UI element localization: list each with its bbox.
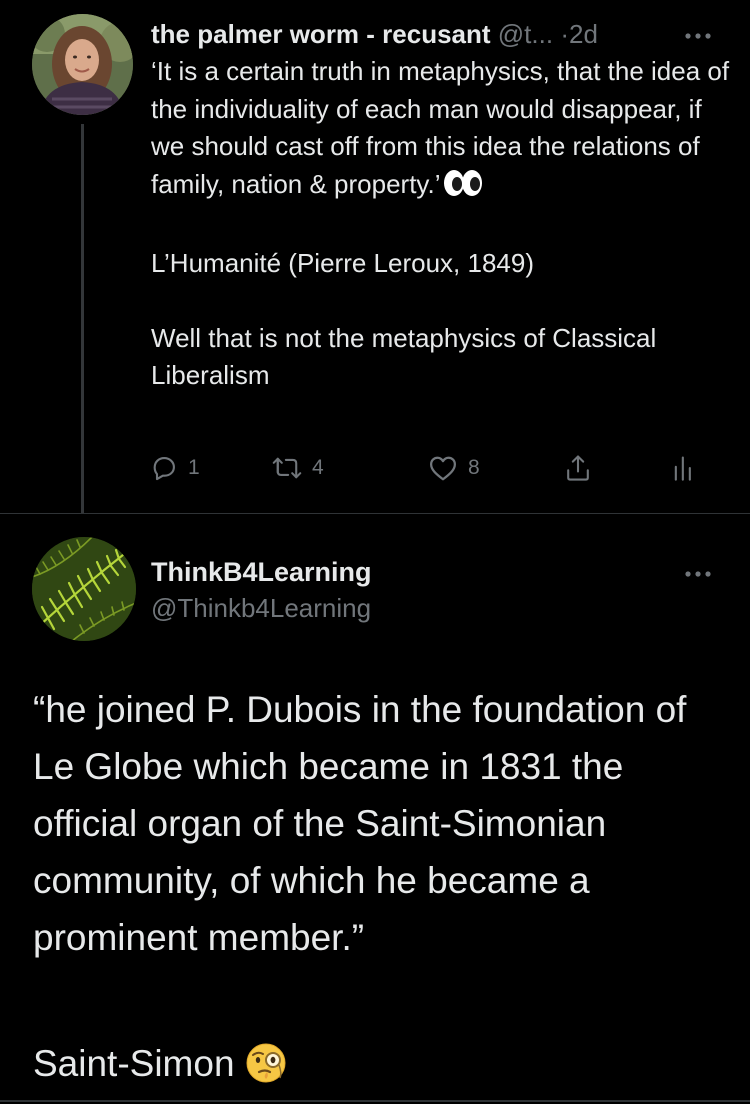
more-options-button[interactable]: [680, 556, 716, 586]
more-options-button[interactable]: [680, 18, 716, 48]
tweet-header: the palmer worm - recusant @t... ·2d: [151, 16, 711, 52]
analytics-icon: [674, 456, 691, 481]
tweet-text: “he joined P. Dubois in the foundation o…: [33, 681, 723, 966]
profile-photo-icon: [32, 14, 133, 115]
ellipsis-icon: [685, 571, 711, 577]
ellipsis-icon: [685, 33, 711, 39]
citation-paragraph: L’Humanité (Pierre Leroux, 1849): [151, 247, 534, 278]
comment-paragraph: Well that is not the metaphysics of Clas…: [151, 322, 657, 391]
face-with-monocle-emoji-icon: [245, 1042, 287, 1100]
reply-count: 1: [188, 456, 200, 479]
tweet-text: ‘It is a certain truth in metaphysics, t…: [151, 53, 731, 395]
share-icon: [567, 455, 589, 481]
analytics-button[interactable]: [672, 448, 696, 488]
reply-button[interactable]: 1: [150, 448, 200, 488]
retweet-icon: [272, 457, 302, 479]
fern-photo-icon: [32, 537, 136, 641]
retweet-button[interactable]: 4: [272, 448, 324, 488]
author-handle[interactable]: @t...: [498, 19, 553, 49]
timestamp[interactable]: 2d: [569, 19, 598, 49]
tweet-signature: Saint-Simon: [33, 1035, 287, 1100]
like-count: 8: [468, 456, 480, 479]
share-button[interactable]: [564, 448, 592, 488]
heart-icon: [430, 456, 456, 481]
quote-paragraph: ‘It is a certain truth in metaphysics, t…: [151, 56, 730, 199]
thread-tweet[interactable]: the palmer worm - recusant @t... ·2d ‘It…: [0, 0, 750, 513]
eyes-emoji-icon: [443, 169, 483, 208]
author-handle[interactable]: @Thinkb4Learning: [151, 590, 371, 626]
reply-icon: [153, 457, 175, 481]
author-name[interactable]: ThinkB4Learning: [151, 554, 372, 590]
author-name[interactable]: the palmer worm - recusant: [151, 19, 491, 49]
bottom-divider: [0, 1100, 750, 1102]
quote-paragraph: “he joined P. Dubois in the foundation o…: [33, 689, 687, 958]
thread-connector-line: [81, 124, 84, 513]
header-separator: ·: [560, 19, 569, 49]
retweet-count: 4: [312, 456, 324, 479]
author-avatar[interactable]: [32, 537, 136, 641]
like-button[interactable]: 8: [428, 448, 480, 488]
tweet-action-bar: 1 4 8: [150, 448, 710, 488]
signature-text: Saint-Simon: [33, 1043, 235, 1084]
author-avatar[interactable]: [32, 14, 133, 115]
tweet-divider: [0, 513, 750, 514]
